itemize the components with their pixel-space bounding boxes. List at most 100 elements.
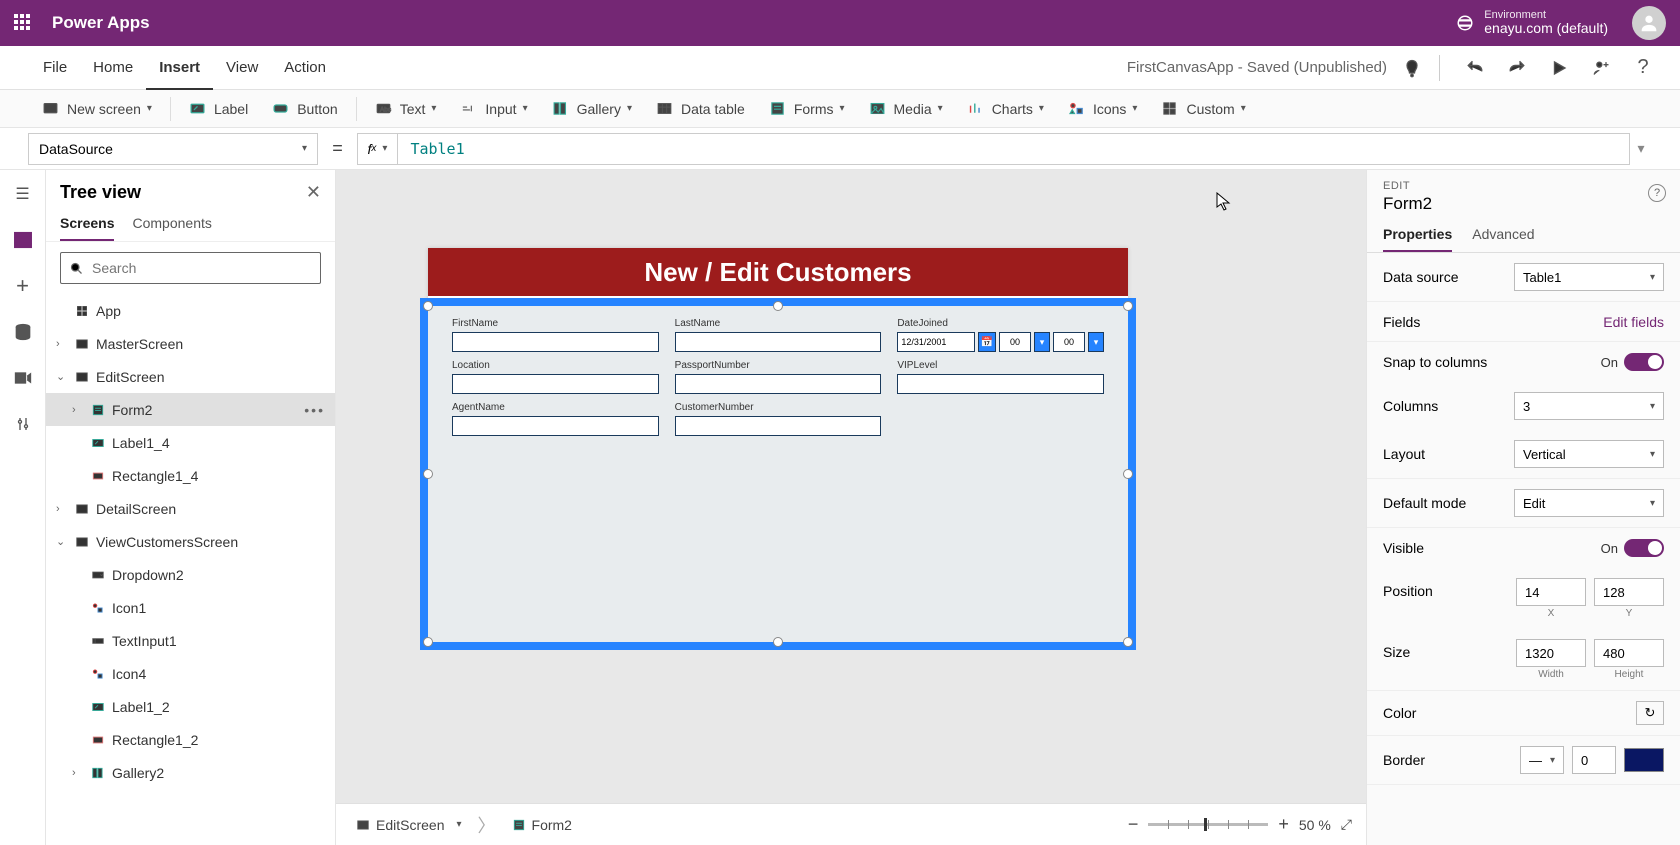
snap-toggle[interactable] — [1624, 353, 1664, 371]
field-lastname[interactable]: LastName — [675, 318, 882, 352]
ribbon-data-table[interactable]: Data table — [644, 90, 757, 128]
ribbon-forms[interactable]: Forms▾ — [757, 90, 857, 128]
play-icon[interactable] — [1542, 51, 1576, 85]
field-location[interactable]: Location — [452, 360, 659, 394]
rail-tree-view-icon[interactable] — [11, 228, 35, 252]
tree-node-edit-screen[interactable]: ⌄EditScreen — [46, 360, 335, 393]
border-width-input[interactable] — [1572, 746, 1616, 774]
property-selector[interactable]: DataSource▾ — [28, 133, 318, 165]
chevron-down-icon[interactable]: ▾ — [1088, 332, 1104, 352]
form2-selection[interactable]: FirstName LastName DateJoined 12/31/2001… — [420, 298, 1136, 650]
visible-toggle[interactable] — [1624, 539, 1664, 557]
ribbon-icons[interactable]: Icons▾ — [1056, 90, 1150, 128]
resize-handle[interactable] — [1123, 469, 1133, 479]
tree-node-gallery2[interactable]: ›Gallery2 — [46, 756, 335, 789]
tab-components[interactable]: Components — [132, 209, 211, 241]
menu-view[interactable]: View — [213, 46, 271, 90]
app-checker-icon[interactable] — [1395, 51, 1429, 85]
data-source-select[interactable]: Table1▾ — [1514, 263, 1664, 291]
border-style-select[interactable]: —▾ — [1520, 746, 1564, 774]
undo-icon[interactable] — [1458, 51, 1492, 85]
border-color-swatch[interactable] — [1624, 748, 1664, 772]
menu-file[interactable]: File — [30, 46, 80, 90]
default-mode-select[interactable]: Edit▾ — [1514, 489, 1664, 517]
size-height-input[interactable] — [1594, 639, 1664, 667]
more-icon[interactable]: ••• — [304, 402, 325, 418]
resize-handle[interactable] — [423, 301, 433, 311]
tab-advanced[interactable]: Advanced — [1472, 222, 1534, 252]
field-firstname[interactable]: FirstName — [452, 318, 659, 352]
tree-node-form2[interactable]: ›Form2••• — [46, 393, 335, 426]
canvas-screen[interactable]: New / Edit Customers FirstName LastName … — [428, 248, 1128, 638]
position-x-input[interactable] — [1516, 578, 1586, 606]
menu-insert[interactable]: Insert — [146, 46, 213, 90]
columns-select[interactable]: 3▾ — [1514, 392, 1664, 420]
ribbon-custom[interactable]: Custom▾ — [1149, 90, 1257, 128]
menu-action[interactable]: Action — [271, 46, 339, 90]
tree-node-app[interactable]: App — [46, 294, 335, 327]
tree-node-rectangle1-2[interactable]: Rectangle1_2 — [46, 723, 335, 756]
user-avatar[interactable] — [1632, 6, 1666, 40]
position-y-input[interactable] — [1594, 578, 1664, 606]
tree-node-label1-4[interactable]: Label1_4 — [46, 426, 335, 459]
tree-node-view-customers-screen[interactable]: ⌄ViewCustomersScreen — [46, 525, 335, 558]
menu-home[interactable]: Home — [80, 46, 146, 90]
zoom-slider[interactable] — [1148, 823, 1268, 826]
redo-icon[interactable] — [1500, 51, 1534, 85]
rail-add-icon[interactable]: + — [11, 274, 35, 298]
fit-screen-icon[interactable]: ⤢ — [1341, 816, 1352, 833]
tree-node-rectangle1-4[interactable]: Rectangle1_4 — [46, 459, 335, 492]
field-agentname[interactable]: AgentName — [452, 402, 659, 436]
tab-properties[interactable]: Properties — [1383, 222, 1452, 252]
ribbon-media[interactable]: Media▾ — [857, 90, 955, 128]
date-input[interactable]: 12/31/2001 — [897, 332, 975, 352]
rail-data-icon[interactable] — [11, 320, 35, 344]
tree-node-icon1[interactable]: Icon1 — [46, 591, 335, 624]
zoom-thumb[interactable] — [1204, 818, 1207, 831]
size-width-input[interactable] — [1516, 639, 1586, 667]
field-passport[interactable]: PassportNumber — [675, 360, 882, 394]
rail-media-icon[interactable] — [11, 366, 35, 390]
help-icon[interactable]: ? — [1626, 51, 1660, 85]
breadcrumb-control[interactable]: Form2 — [506, 817, 578, 833]
minute-select[interactable]: 00 — [1053, 332, 1085, 352]
resize-handle[interactable] — [423, 637, 433, 647]
close-icon[interactable]: ✕ — [306, 182, 321, 203]
fx-button[interactable]: fx▾ — [357, 133, 398, 165]
resize-handle[interactable] — [1123, 637, 1133, 647]
field-customernumber[interactable]: CustomerNumber — [675, 402, 882, 436]
color-reset-button[interactable]: ↻ — [1636, 701, 1664, 725]
field-viplevel[interactable]: VIPLevel — [897, 360, 1104, 394]
ribbon-input[interactable]: Input▾ — [448, 90, 539, 128]
field-datejoined[interactable]: DateJoined 12/31/2001 📅 00 ▾ 00 ▾ — [897, 318, 1104, 352]
ribbon-button[interactable]: Button — [260, 90, 349, 128]
tree-node-master-screen[interactable]: ›MasterScreen — [46, 327, 335, 360]
hour-select[interactable]: 00 — [999, 332, 1031, 352]
zoom-in-button[interactable]: + — [1278, 814, 1289, 835]
app-launcher-icon[interactable] — [14, 14, 32, 32]
share-icon[interactable] — [1584, 51, 1618, 85]
edit-fields-link[interactable]: Edit fields — [1603, 314, 1664, 330]
tree-node-label1-2[interactable]: Label1_2 — [46, 690, 335, 723]
canvas-area[interactable]: New / Edit Customers FirstName LastName … — [336, 170, 1366, 845]
rail-hamburger-icon[interactable]: ☰ — [11, 182, 35, 206]
tree-search-input[interactable] — [92, 260, 312, 276]
ribbon-new-screen[interactable]: New screen▾ — [30, 90, 164, 128]
formula-input[interactable] — [397, 133, 1630, 165]
ribbon-gallery[interactable]: Gallery▾ — [540, 90, 644, 128]
resize-handle[interactable] — [423, 469, 433, 479]
tree-node-detail-screen[interactable]: ›DetailScreen — [46, 492, 335, 525]
environment-selector[interactable]: Environment enayu.com (default) — [1456, 9, 1608, 36]
formula-expand-icon[interactable]: ▾ — [1630, 140, 1652, 157]
tree-node-textinput1[interactable]: TextInput1 — [46, 624, 335, 657]
rail-tools-icon[interactable] — [11, 412, 35, 436]
tree-node-icon4[interactable]: Icon4 — [46, 657, 335, 690]
help-icon[interactable]: ? — [1648, 184, 1666, 202]
breadcrumb-screen[interactable]: EditScreen▾ — [350, 817, 468, 833]
tree-node-dropdown2[interactable]: Dropdown2 — [46, 558, 335, 591]
resize-handle[interactable] — [773, 637, 783, 647]
ribbon-text[interactable]: AbcText▾ — [363, 90, 449, 128]
chevron-down-icon[interactable]: ▾ — [1034, 332, 1050, 352]
tab-screens[interactable]: Screens — [60, 209, 114, 241]
zoom-out-button[interactable]: − — [1128, 814, 1139, 835]
